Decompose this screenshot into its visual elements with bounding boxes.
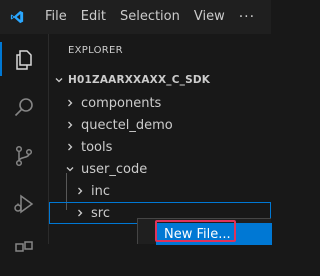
run-debug-icon[interactable] [0, 180, 48, 228]
chevron-down-icon [53, 74, 65, 86]
tree-item-label: inc [91, 183, 110, 199]
menu-bar: File Edit Selection View ··· [38, 0, 262, 34]
tree-item-tools[interactable]: tools [49, 136, 271, 158]
tree-item-label: quectel_demo [81, 117, 173, 133]
tree-item-label: tools [81, 139, 113, 155]
menu-edit[interactable]: Edit [74, 0, 113, 34]
menu-file[interactable]: File [38, 0, 74, 34]
root-folder-label: H01ZAARXXAXX_C_SDK [68, 74, 211, 86]
tree-item-components[interactable]: components [49, 92, 271, 114]
source-control-icon[interactable] [0, 132, 48, 180]
extensions-icon[interactable] [0, 228, 48, 276]
menu-selection[interactable]: Selection [113, 0, 187, 34]
vscode-logo-icon [10, 10, 24, 24]
tree-item-label: components [81, 95, 162, 111]
activity-bar [0, 34, 49, 252]
tree-item-label: src [91, 205, 110, 221]
chevron-right-icon [64, 141, 76, 153]
tree-root-folder[interactable]: H01ZAARXXAXX_C_SDK [49, 69, 271, 91]
explorer-sidebar: EXPLORER H01ZAARXXAXX_C_SDK components q… [49, 34, 271, 244]
chevron-right-icon [64, 119, 76, 131]
context-menu: New File... [137, 218, 272, 245]
chevron-right-icon [74, 185, 86, 197]
new-file-menu-item[interactable]: New File... [156, 223, 272, 245]
title-bar: File Edit Selection View ··· [0, 0, 271, 34]
tree-item-quectel-demo[interactable]: quectel_demo [49, 114, 271, 136]
explorer-icon[interactable] [0, 36, 48, 84]
tree-item-inc[interactable]: inc [49, 180, 271, 202]
explorer-title: EXPLORER [68, 45, 123, 56]
tree-item-label: user_code [81, 161, 148, 177]
tree-item-user-code[interactable]: user_code [49, 158, 271, 180]
menu-view[interactable]: View [187, 0, 232, 34]
chevron-right-icon [74, 207, 86, 219]
search-icon[interactable] [0, 84, 48, 132]
menu-more[interactable]: ··· [232, 0, 262, 34]
chevron-right-icon [64, 97, 76, 109]
